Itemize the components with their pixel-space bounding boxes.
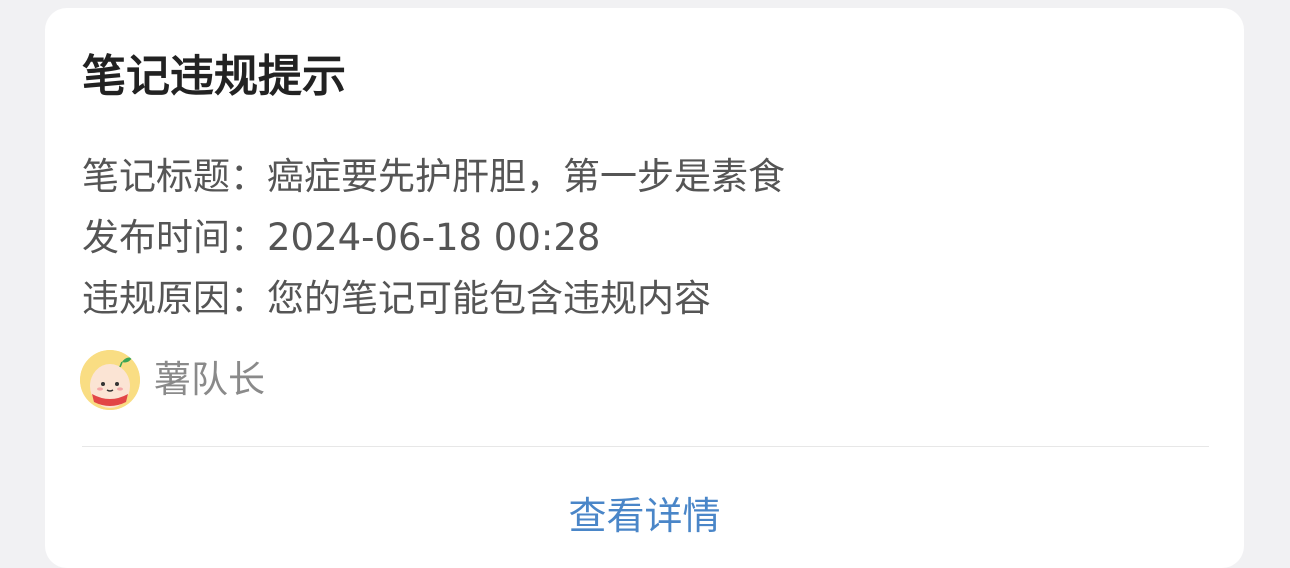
card-title: 笔记违规提示 [82,51,346,102]
view-details-button[interactable]: 查看详情 [45,488,1244,544]
divider [82,446,1209,447]
author: 薯队长 [80,350,265,410]
potato-mascot-icon [80,350,140,410]
violation-notice-card: 笔记违规提示 笔记标题：癌症要先护肝胆，第一步是素食 发布时间：2024-06-… [45,8,1244,568]
note-title-row: 笔记标题：癌症要先护肝胆，第一步是素食 [82,155,785,198]
violation-reason-row: 违规原因：您的笔记可能包含违规内容 [82,277,711,320]
author-name: 薯队长 [154,358,265,401]
avatar [80,350,140,410]
note-info: 笔记标题：癌症要先护肝胆，第一步是素食 发布时间：2024-06-18 00:2… [82,146,785,329]
publish-time-row: 发布时间：2024-06-18 00:28 [82,216,601,259]
